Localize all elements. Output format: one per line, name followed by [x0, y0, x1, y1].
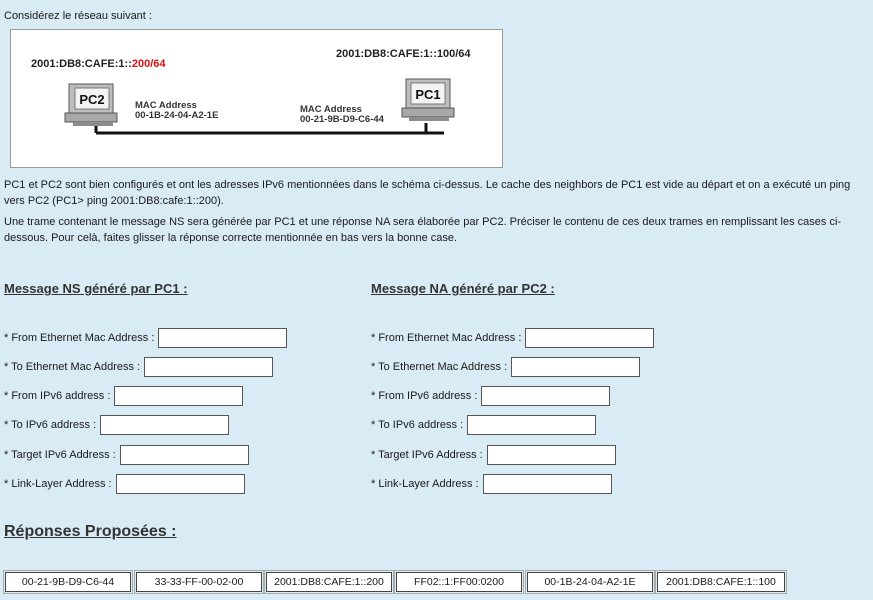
na-row-link-layer: * Link-Layer Address : [371, 473, 612, 495]
ns-label-target-ipv6: * Target IPv6 Address : [4, 449, 116, 461]
na-row-to-ipv6: * To IPv6 address : [371, 414, 597, 436]
na-to-mac-dropzone[interactable] [511, 357, 641, 377]
ns-row-from-ipv6: * From IPv6 address : [4, 385, 244, 407]
pc2-ipv6-host: 200/64 [132, 58, 167, 70]
na-label-to-mac: * To Ethernet Mac Address : [371, 361, 508, 373]
pc2-ipv6-prefix: 2001:DB8:CAFE:1:: [31, 58, 132, 70]
ns-label-from-mac: * From Ethernet Mac Address : [4, 332, 155, 344]
ns-row-target-ipv6: * Target IPv6 Address : [4, 444, 249, 466]
na-label-to-ipv6: * To IPv6 address : [371, 419, 464, 431]
ns-row-link-layer: * Link-Layer Address : [4, 473, 245, 495]
pc2-ipv6-address: 2001:DB8:CAFE:1::200/64 [31, 58, 166, 70]
ns-from-mac-dropzone[interactable] [158, 328, 288, 348]
pc1-mac-address: 00-21-9B-D9-C6-44 [300, 114, 385, 125]
pc2-mac-address: 00-1B-24-04-A2-1E [135, 110, 218, 121]
answer-chip[interactable]: 2001:DB8:CAFE:1::200 [264, 570, 394, 594]
ns-row-to-mac: * To Ethernet Mac Address : [4, 356, 274, 378]
network-diagram-svg: PC2 PC1 2001:DB8:CAFE:1::200/64 2001:DB8… [31, 48, 471, 135]
ns-row-to-ipv6: * To IPv6 address : [4, 414, 230, 436]
answers-title: Réponses Proposées : [4, 523, 177, 540]
description-paragraph-2: Une trame contenant le message NS sera g… [4, 216, 842, 244]
na-target-ipv6-dropzone[interactable] [486, 445, 616, 465]
na-row-from-mac: * From Ethernet Mac Address : [371, 327, 655, 349]
ns-to-ipv6-dropzone[interactable] [100, 415, 230, 435]
na-section-title: Message NA généré par PC2 : [371, 281, 555, 296]
pc1-ipv6-address: 2001:DB8:CAFE:1::100/64 [336, 48, 471, 60]
na-label-from-ipv6: * From IPv6 address : [371, 390, 478, 402]
ns-row-from-mac: * From Ethernet Mac Address : [4, 327, 288, 349]
na-row-target-ipv6: * Target IPv6 Address : [371, 444, 616, 466]
ns-label-link-layer: * Link-Layer Address : [4, 478, 112, 490]
na-link-layer-dropzone[interactable] [482, 474, 612, 494]
na-row-to-mac: * To Ethernet Mac Address : [371, 356, 641, 378]
ns-label-from-ipv6: * From IPv6 address : [4, 390, 111, 402]
answer-chip[interactable]: 00-1B-24-04-A2-1E [525, 570, 655, 594]
na-label-link-layer: * Link-Layer Address : [371, 478, 479, 490]
pc2-label: PC2 [79, 92, 104, 107]
intro-text: Considérez le réseau suivant : [4, 10, 152, 22]
pc1-label: PC1 [415, 87, 440, 102]
na-to-ipv6-dropzone[interactable] [467, 415, 597, 435]
na-from-ipv6-dropzone[interactable] [481, 386, 611, 406]
ns-label-to-mac: * To Ethernet Mac Address : [4, 361, 141, 373]
na-row-from-ipv6: * From IPv6 address : [371, 385, 611, 407]
answer-chip[interactable]: 00-21-9B-D9-C6-44 [3, 570, 133, 594]
ns-link-layer-dropzone[interactable] [115, 474, 245, 494]
ns-target-ipv6-dropzone[interactable] [119, 445, 249, 465]
ns-from-ipv6-dropzone[interactable] [114, 386, 244, 406]
answer-chip[interactable]: FF02::1:FF00:0200 [394, 570, 524, 594]
network-diagram: PC2 PC1 2001:DB8:CAFE:1::200/64 2001:DB8… [10, 29, 503, 168]
na-label-target-ipv6: * Target IPv6 Address : [371, 449, 483, 461]
na-from-mac-dropzone[interactable] [525, 328, 655, 348]
ns-label-to-ipv6: * To IPv6 address : [4, 419, 97, 431]
description-paragraph-1: PC1 et PC2 sont bien configurés et ont l… [4, 179, 851, 207]
answer-chip[interactable]: 2001:DB8:CAFE:1::100 [655, 570, 787, 594]
na-label-from-mac: * From Ethernet Mac Address : [371, 332, 522, 344]
ns-to-mac-dropzone[interactable] [144, 357, 274, 377]
answer-chip[interactable]: 33-33-FF-00-02-00 [134, 570, 264, 594]
ns-section-title: Message NS généré par PC1 : [4, 281, 188, 296]
